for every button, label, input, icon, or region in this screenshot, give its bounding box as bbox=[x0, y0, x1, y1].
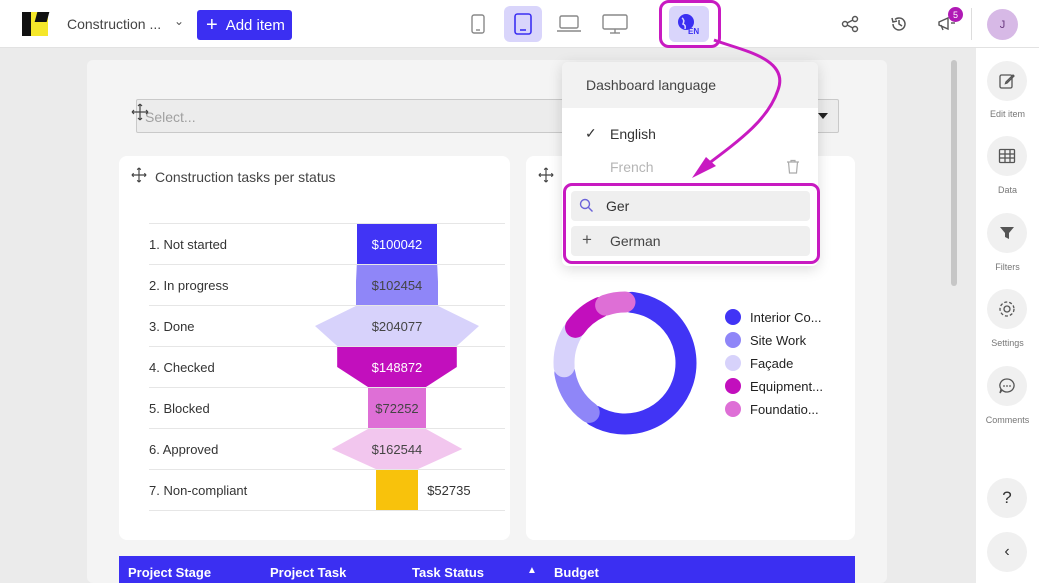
annotation-arrow bbox=[692, 38, 782, 178]
